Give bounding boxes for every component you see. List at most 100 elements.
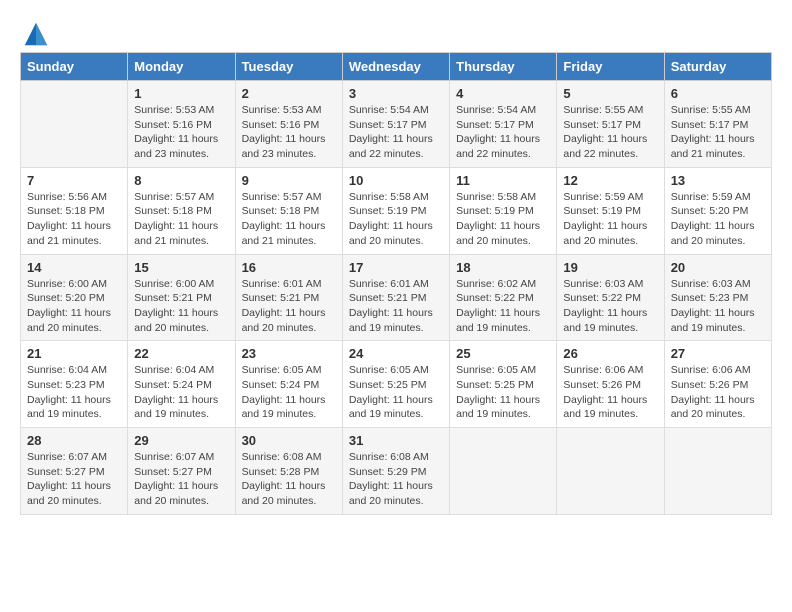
- week-row-1: 1 Sunrise: 5:53 AM Sunset: 5:16 PM Daylig…: [21, 81, 772, 168]
- calendar-cell: 20 Sunrise: 6:03 AM Sunset: 5:23 PM Dayli…: [664, 254, 771, 341]
- day-number: 4: [456, 86, 550, 101]
- calendar-cell: 24Sunrise: 6:05 AM Sunset: 5:25 PM Dayli…: [342, 341, 449, 428]
- calendar-table: SundayMondayTuesdayWednesdayThursdayFrid…: [20, 52, 772, 515]
- day-number: 20: [671, 260, 765, 275]
- calendar-cell: 23 Sunrise: 6:05 AM Sunset: 5:24 PM Dayli…: [235, 341, 342, 428]
- day-number: 23: [242, 346, 336, 361]
- day-number: 18: [456, 260, 550, 275]
- day-info: Sunrise: 5:53 AM Sunset: 5:16 PM Dayligh…: [134, 103, 228, 162]
- calendar-cell: 5 Sunrise: 5:55 AM Sunset: 5:17 PM Daylig…: [557, 81, 664, 168]
- day-info: Sunrise: 5:58 AM Sunset: 5:19 PM Dayligh…: [349, 190, 443, 249]
- day-info: Sunrise: 5:59 AM Sunset: 5:20 PM Dayligh…: [671, 190, 765, 249]
- day-info: Sunrise: 5:59 AM Sunset: 5:19 PM Dayligh…: [563, 190, 657, 249]
- calendar-cell: 16Sunrise: 6:01 AM Sunset: 5:21 PM Dayli…: [235, 254, 342, 341]
- calendar-cell: 22 Sunrise: 6:04 AM Sunset: 5:24 PM Dayli…: [128, 341, 235, 428]
- day-number: 1: [134, 86, 228, 101]
- calendar-cell: 28 Sunrise: 6:07 AM Sunset: 5:27 PM Dayli…: [21, 428, 128, 515]
- day-number: 10: [349, 173, 443, 188]
- calendar-cell: 18 Sunrise: 6:02 AM Sunset: 5:22 PM Dayli…: [450, 254, 557, 341]
- day-info: Sunrise: 6:04 AM Sunset: 5:23 PM Dayligh…: [27, 363, 121, 422]
- day-number: 13: [671, 173, 765, 188]
- day-number: 29: [134, 433, 228, 448]
- calendar-cell: 9Sunrise: 5:57 AM Sunset: 5:18 PM Daylig…: [235, 167, 342, 254]
- day-number: 11: [456, 173, 550, 188]
- calendar-cell: 2Sunrise: 5:53 AM Sunset: 5:16 PM Daylig…: [235, 81, 342, 168]
- day-number: 31: [349, 433, 443, 448]
- week-row-5: 28 Sunrise: 6:07 AM Sunset: 5:27 PM Dayli…: [21, 428, 772, 515]
- day-number: 15: [134, 260, 228, 275]
- day-number: 12: [563, 173, 657, 188]
- week-row-3: 14Sunrise: 6:00 AM Sunset: 5:20 PM Dayli…: [21, 254, 772, 341]
- calendar-cell: 8Sunrise: 5:57 AM Sunset: 5:18 PM Daylig…: [128, 167, 235, 254]
- calendar-cell: [450, 428, 557, 515]
- day-number: 9: [242, 173, 336, 188]
- day-info: Sunrise: 5:55 AM Sunset: 5:17 PM Dayligh…: [671, 103, 765, 162]
- day-info: Sunrise: 6:08 AM Sunset: 5:29 PM Dayligh…: [349, 450, 443, 509]
- day-number: 5: [563, 86, 657, 101]
- calendar-cell: 19 Sunrise: 6:03 AM Sunset: 5:22 PM Dayli…: [557, 254, 664, 341]
- calendar-cell: [664, 428, 771, 515]
- week-row-4: 21 Sunrise: 6:04 AM Sunset: 5:23 PM Dayli…: [21, 341, 772, 428]
- day-info: Sunrise: 5:56 AM Sunset: 5:18 PM Dayligh…: [27, 190, 121, 249]
- day-info: Sunrise: 6:05 AM Sunset: 5:24 PM Dayligh…: [242, 363, 336, 422]
- day-number: 19: [563, 260, 657, 275]
- day-number: 14: [27, 260, 121, 275]
- day-number: 26: [563, 346, 657, 361]
- day-number: 21: [27, 346, 121, 361]
- calendar-cell: 26 Sunrise: 6:06 AM Sunset: 5:26 PM Dayli…: [557, 341, 664, 428]
- calendar-cell: 12 Sunrise: 5:59 AM Sunset: 5:19 PM Dayli…: [557, 167, 664, 254]
- calendar-cell: 30Sunrise: 6:08 AM Sunset: 5:28 PM Dayli…: [235, 428, 342, 515]
- day-number: 6: [671, 86, 765, 101]
- day-info: Sunrise: 5:55 AM Sunset: 5:17 PM Dayligh…: [563, 103, 657, 162]
- calendar-cell: 13 Sunrise: 5:59 AM Sunset: 5:20 PM Dayli…: [664, 167, 771, 254]
- day-info: Sunrise: 6:03 AM Sunset: 5:22 PM Dayligh…: [563, 277, 657, 336]
- day-info: Sunrise: 5:53 AM Sunset: 5:16 PM Dayligh…: [242, 103, 336, 162]
- day-info: Sunrise: 5:54 AM Sunset: 5:17 PM Dayligh…: [349, 103, 443, 162]
- page-container: SundayMondayTuesdayWednesdayThursdayFrid…: [20, 20, 772, 515]
- day-info: Sunrise: 6:02 AM Sunset: 5:22 PM Dayligh…: [456, 277, 550, 336]
- header: [20, 20, 772, 48]
- day-info: Sunrise: 6:04 AM Sunset: 5:24 PM Dayligh…: [134, 363, 228, 422]
- calendar-cell: 29Sunrise: 6:07 AM Sunset: 5:27 PM Dayli…: [128, 428, 235, 515]
- calendar-cell: 3Sunrise: 5:54 AM Sunset: 5:17 PM Daylig…: [342, 81, 449, 168]
- calendar-cell: 4 Sunrise: 5:54 AM Sunset: 5:17 PM Daylig…: [450, 81, 557, 168]
- day-number: 28: [27, 433, 121, 448]
- calendar-cell: 25 Sunrise: 6:05 AM Sunset: 5:25 PM Dayli…: [450, 341, 557, 428]
- calendar-cell: 31 Sunrise: 6:08 AM Sunset: 5:29 PM Dayli…: [342, 428, 449, 515]
- day-info: Sunrise: 6:00 AM Sunset: 5:21 PM Dayligh…: [134, 277, 228, 336]
- calendar-cell: 7 Sunrise: 5:56 AM Sunset: 5:18 PM Daylig…: [21, 167, 128, 254]
- day-number: 7: [27, 173, 121, 188]
- calendar-cell: 27 Sunrise: 6:06 AM Sunset: 5:26 PM Dayli…: [664, 341, 771, 428]
- header-monday: Monday: [128, 53, 235, 81]
- week-row-2: 7 Sunrise: 5:56 AM Sunset: 5:18 PM Daylig…: [21, 167, 772, 254]
- calendar-cell: 21 Sunrise: 6:04 AM Sunset: 5:23 PM Dayli…: [21, 341, 128, 428]
- day-info: Sunrise: 6:06 AM Sunset: 5:26 PM Dayligh…: [671, 363, 765, 422]
- calendar-cell: 6 Sunrise: 5:55 AM Sunset: 5:17 PM Daylig…: [664, 81, 771, 168]
- day-number: 30: [242, 433, 336, 448]
- header-wednesday: Wednesday: [342, 53, 449, 81]
- calendar-cell: 15 Sunrise: 6:00 AM Sunset: 5:21 PM Dayli…: [128, 254, 235, 341]
- calendar-cell: 10 Sunrise: 5:58 AM Sunset: 5:19 PM Dayli…: [342, 167, 449, 254]
- day-info: Sunrise: 6:06 AM Sunset: 5:26 PM Dayligh…: [563, 363, 657, 422]
- day-number: 25: [456, 346, 550, 361]
- day-info: Sunrise: 6:05 AM Sunset: 5:25 PM Dayligh…: [456, 363, 550, 422]
- calendar-cell: [21, 81, 128, 168]
- day-number: 22: [134, 346, 228, 361]
- header-sunday: Sunday: [21, 53, 128, 81]
- day-info: Sunrise: 6:03 AM Sunset: 5:23 PM Dayligh…: [671, 277, 765, 336]
- day-number: 24: [349, 346, 443, 361]
- calendar-cell: 1 Sunrise: 5:53 AM Sunset: 5:16 PM Daylig…: [128, 81, 235, 168]
- logo: [20, 20, 52, 48]
- day-info: Sunrise: 6:07 AM Sunset: 5:27 PM Dayligh…: [27, 450, 121, 509]
- day-info: Sunrise: 5:58 AM Sunset: 5:19 PM Dayligh…: [456, 190, 550, 249]
- calendar-cell: 17Sunrise: 6:01 AM Sunset: 5:21 PM Dayli…: [342, 254, 449, 341]
- calendar-cell: [557, 428, 664, 515]
- header-thursday: Thursday: [450, 53, 557, 81]
- header-row: SundayMondayTuesdayWednesdayThursdayFrid…: [21, 53, 772, 81]
- day-info: Sunrise: 5:54 AM Sunset: 5:17 PM Dayligh…: [456, 103, 550, 162]
- day-number: 16: [242, 260, 336, 275]
- day-number: 27: [671, 346, 765, 361]
- calendar-cell: 14Sunrise: 6:00 AM Sunset: 5:20 PM Dayli…: [21, 254, 128, 341]
- day-info: Sunrise: 5:57 AM Sunset: 5:18 PM Dayligh…: [134, 190, 228, 249]
- logo-icon: [22, 20, 50, 48]
